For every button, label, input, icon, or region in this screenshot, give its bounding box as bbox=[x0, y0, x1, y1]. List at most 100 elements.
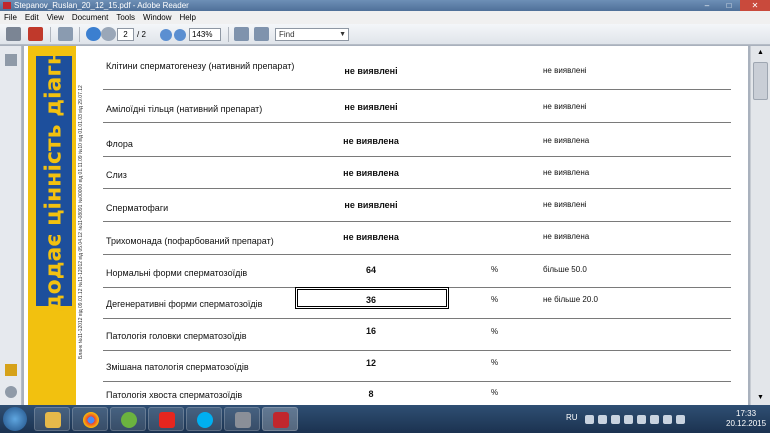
utorrent-icon bbox=[121, 412, 137, 428]
reference-norm: не виявлена bbox=[543, 136, 590, 145]
test-name: Змішана патологія сперматозоїдів bbox=[106, 362, 249, 372]
clock-date: 20.12.2015 bbox=[726, 419, 767, 428]
full-screen-icon[interactable] bbox=[254, 27, 269, 41]
table-row: Амілоїдні тільця (нативний препарат) не … bbox=[103, 91, 731, 123]
print-icon[interactable] bbox=[6, 27, 21, 41]
scroll-up-icon[interactable]: ▲ bbox=[751, 46, 770, 60]
adobe-reader-icon bbox=[273, 412, 289, 428]
zoom-in-icon[interactable] bbox=[174, 29, 186, 41]
close-button[interactable]: ✕ bbox=[740, 0, 770, 11]
clock[interactable]: 17:33 20.12.2015 bbox=[726, 409, 766, 429]
toolbar: 2 / 2 143% Find ▼ bbox=[0, 24, 770, 45]
taskbar-explorer[interactable] bbox=[34, 407, 70, 431]
skype-icon bbox=[197, 412, 213, 428]
taskbar: RU 17:33 20.12.2015 bbox=[0, 405, 770, 433]
table-row: Клітини сперматогенезу (нативний препара… bbox=[103, 46, 731, 90]
menu-tools[interactable]: Tools bbox=[112, 11, 139, 24]
taskbar-utorrent[interactable] bbox=[110, 407, 146, 431]
taskbar-adobe-reader[interactable] bbox=[262, 407, 298, 431]
tray-icon[interactable] bbox=[585, 415, 594, 424]
test-name: Патологія головки сперматозоїдів bbox=[106, 331, 247, 341]
start-button[interactable] bbox=[3, 407, 27, 431]
test-value: не виявлена bbox=[343, 232, 399, 242]
table-row: Дегенеративні форми сперматозоїдів 36 % … bbox=[103, 287, 731, 319]
chrome-icon bbox=[83, 412, 99, 428]
window-title-bar: Stepanov_Ruslan_20_12_15.pdf - Adobe Rea… bbox=[0, 0, 770, 11]
create-pdf-icon[interactable] bbox=[28, 27, 43, 41]
collaborate-icon[interactable] bbox=[58, 27, 73, 41]
chevron-down-icon[interactable]: ▼ bbox=[339, 29, 346, 40]
comments-icon[interactable] bbox=[5, 364, 17, 376]
previous-page-icon[interactable] bbox=[86, 27, 101, 41]
test-name: Патологія хвоста сперматозоїдів bbox=[106, 390, 243, 400]
menu-edit[interactable]: Edit bbox=[21, 11, 43, 24]
network-icon[interactable] bbox=[663, 415, 672, 424]
minimize-button[interactable]: – bbox=[696, 0, 718, 11]
taskbar-yandex[interactable] bbox=[148, 407, 184, 431]
table-row: Нормальні форми сперматозоїдів 64 % біль… bbox=[103, 256, 731, 288]
maximize-button[interactable]: □ bbox=[718, 0, 740, 11]
tray-icon[interactable] bbox=[598, 415, 607, 424]
volume-icon[interactable] bbox=[676, 415, 685, 424]
page-number-input[interactable]: 2 bbox=[117, 28, 134, 41]
test-value: не виявлена bbox=[343, 168, 399, 178]
test-value: не виявлені bbox=[344, 66, 398, 76]
menu-document[interactable]: Document bbox=[68, 11, 112, 24]
attachments-icon[interactable] bbox=[5, 386, 17, 398]
menu-help[interactable]: Help bbox=[176, 11, 200, 24]
scroll-down-icon[interactable]: ▼ bbox=[751, 391, 770, 405]
find-input[interactable]: Find ▼ bbox=[275, 28, 349, 41]
scrollbar-thumb[interactable] bbox=[753, 62, 768, 100]
test-unit: % bbox=[491, 388, 499, 397]
table-row: Трихомонада (пофарбований препарат) не в… bbox=[103, 223, 731, 255]
table-row: Слиз не виявлена не виявлена bbox=[103, 158, 731, 189]
test-value: не виявлена bbox=[343, 136, 399, 146]
vertical-scrollbar[interactable]: ▲ ▼ bbox=[750, 46, 770, 405]
tray-icon[interactable] bbox=[611, 415, 620, 424]
fit-page-icon[interactable] bbox=[234, 27, 249, 41]
menu-window[interactable]: Window bbox=[139, 11, 175, 24]
clock-time: 17:33 bbox=[736, 409, 757, 418]
language-indicator[interactable]: RU bbox=[566, 413, 578, 422]
taskbar-chrome[interactable] bbox=[72, 407, 108, 431]
test-name: Нормальні форми сперматозоїдів bbox=[106, 268, 248, 278]
reference-norm: більше 50.0 bbox=[543, 265, 587, 274]
pdf-page: додає цінність діагн Бланк №11-12012 від… bbox=[24, 46, 748, 405]
test-name: Сперматофаги bbox=[106, 203, 169, 213]
find-placeholder: Find bbox=[279, 30, 295, 39]
zoom-out-icon[interactable] bbox=[160, 29, 172, 41]
tray-icon[interactable] bbox=[637, 415, 646, 424]
reference-norm: не виявлені bbox=[543, 102, 587, 111]
tray-icon[interactable] bbox=[624, 415, 633, 424]
test-unit: % bbox=[491, 295, 499, 304]
window-title: Stepanov_Ruslan_20_12_15.pdf - Adobe Rea… bbox=[14, 1, 189, 10]
test-value: не виявлені bbox=[344, 200, 398, 210]
table-row: Сперматофаги не виявлені не виявлені bbox=[103, 190, 731, 222]
toolbar-separator bbox=[79, 27, 80, 42]
taskbar-skype[interactable] bbox=[186, 407, 222, 431]
navigation-panel bbox=[0, 46, 22, 405]
menu-view[interactable]: View bbox=[43, 11, 68, 24]
table-row: Змішана патологія сперматозоїдів 12 % bbox=[103, 352, 731, 382]
document-area: додає цінність діагн Бланк №11-12012 від… bbox=[23, 46, 770, 405]
page-total: / 2 bbox=[137, 30, 146, 39]
toolbar-separator bbox=[228, 27, 229, 42]
app-icon bbox=[235, 412, 251, 428]
test-value: 64 bbox=[365, 265, 376, 275]
next-page-icon[interactable] bbox=[101, 27, 116, 41]
tray-icon[interactable] bbox=[650, 415, 659, 424]
menu-file[interactable]: File bbox=[0, 11, 21, 24]
table-row: Флора не виявлена не виявлена bbox=[103, 124, 731, 157]
folder-icon bbox=[45, 412, 61, 428]
test-unit: % bbox=[491, 265, 499, 274]
test-name: Слиз bbox=[106, 170, 127, 180]
test-name: Дегенеративні форми сперматозоїдів bbox=[106, 299, 263, 309]
test-value: 8 bbox=[368, 389, 374, 399]
pages-icon[interactable] bbox=[5, 54, 17, 66]
side-banner: додає цінність діагн bbox=[28, 46, 76, 405]
zoom-select[interactable]: 143% bbox=[189, 28, 221, 41]
menu-bar: File Edit View Document Tools Window Hel… bbox=[0, 11, 770, 24]
taskbar-app[interactable] bbox=[224, 407, 260, 431]
test-value: 36 bbox=[365, 295, 376, 305]
test-name: Клітини сперматогенезу (нативний препара… bbox=[106, 61, 295, 71]
